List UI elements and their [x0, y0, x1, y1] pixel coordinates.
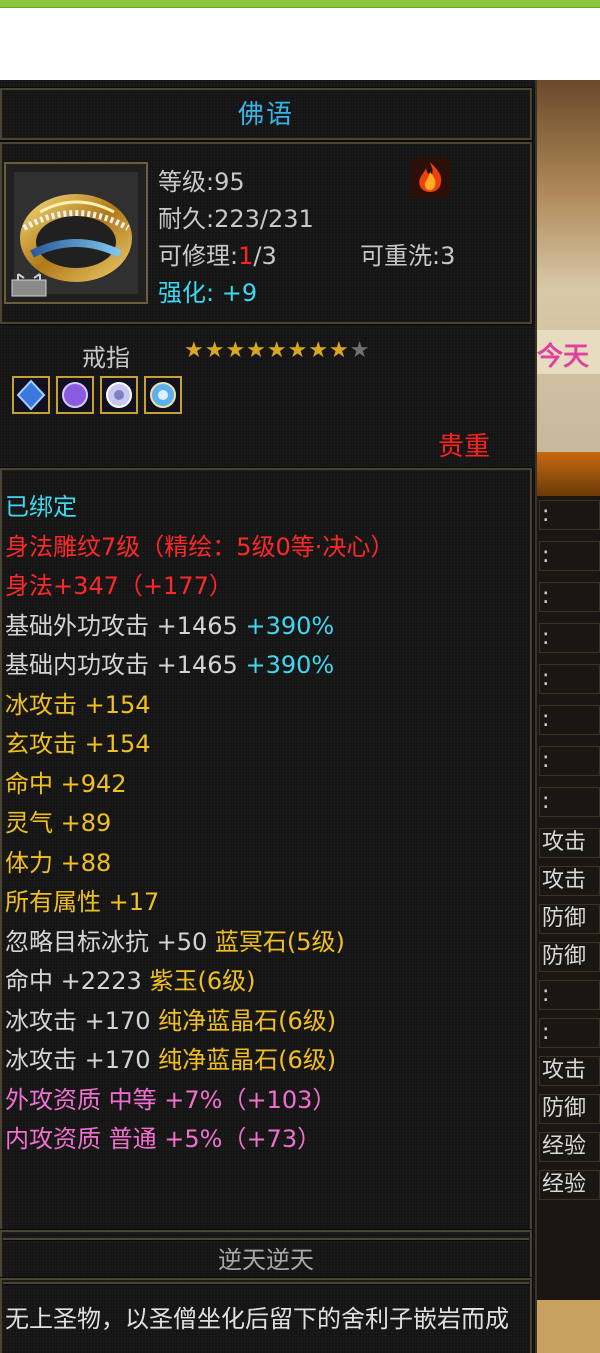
- star-rating: ★★★★★★★★★: [184, 338, 371, 363]
- side-row: 经验: [539, 1170, 600, 1200]
- stat-line: 所有属性 +17: [5, 887, 159, 917]
- repair-label: 可修理:: [158, 242, 239, 270]
- repair-text: 可修理:1/3: [158, 236, 277, 271]
- item-name: 佛语: [237, 100, 294, 130]
- stat-extra: 紫玉(6级): [141, 967, 256, 995]
- sapphire-gem-icon[interactable]: [144, 376, 182, 414]
- item-category: 戒指: [82, 344, 130, 372]
- side-row: 攻击: [539, 1056, 600, 1086]
- side-row: 防御: [539, 904, 600, 934]
- stat-line: 基础内功攻击 +1465 +390%: [5, 650, 334, 680]
- stat-text: 命中 +2223: [5, 967, 142, 995]
- side-row: :: [539, 705, 600, 735]
- side-row: :: [539, 541, 600, 571]
- gem-slots: [12, 376, 182, 414]
- stat-text: 灵气 +89: [5, 809, 112, 837]
- stat-text: 外攻资质: [5, 1085, 101, 1114]
- stat-text: 身法+347（+177）: [5, 572, 233, 600]
- purple-gem-icon[interactable]: [56, 376, 94, 414]
- page-background: [0, 8, 600, 80]
- stat-text: 忽略目标冰抗 +50: [5, 927, 208, 956]
- stat-extra: +390%: [237, 611, 335, 640]
- stat-text: 内攻资质: [5, 1125, 101, 1153]
- side-row: :: [539, 980, 600, 1010]
- stat-line: 冰攻击 +170 纯净蓝晶石(6级): [5, 1006, 336, 1036]
- stat-extra: 纯净蓝晶石(6级): [150, 1046, 337, 1074]
- item-tooltip-panel: 佛语 等级:95 耐久:223/231 可修理:1/3 可重洗:3 强化: +9…: [0, 80, 537, 1353]
- side-header-bar: [537, 452, 600, 496]
- stat-text: 命中 +942: [5, 769, 127, 798]
- enhance-text: 强化: +9: [158, 279, 258, 307]
- stat-extra: 中等 +7%（+103）: [101, 1085, 337, 1114]
- stat-line: 基础外功攻击 +1465 +390%: [5, 611, 334, 641]
- side-row: :: [539, 664, 600, 694]
- stat-extra: +390%: [237, 651, 335, 679]
- side-row: :: [539, 582, 600, 612]
- stat-text: 体力 +88: [5, 848, 112, 877]
- side-panel: 今天 :::::::: 攻击 攻击 防御 防御:: 攻击 防御 经验 经验: [537, 80, 600, 1353]
- stat-text: 玄攻击 +154: [5, 730, 151, 758]
- star-filled-icons: ★★★★★★★★: [184, 338, 350, 363]
- durability-text: 耐久:223/231: [158, 205, 314, 233]
- stat-text: 冰攻击 +170: [5, 1046, 151, 1074]
- side-row: 防御: [539, 942, 600, 972]
- stat-line: 内攻资质 普通 +5%（+73）: [5, 1124, 321, 1154]
- repair-count: 1: [238, 242, 254, 270]
- stat-line: 已绑定: [5, 492, 77, 522]
- side-row: :: [539, 1018, 600, 1048]
- item-icon-frame: [4, 162, 148, 304]
- rarity-label: 贵重: [438, 432, 491, 462]
- side-row: :: [539, 623, 600, 653]
- side-row: 攻击: [539, 866, 600, 896]
- side-bottom-bar: [537, 1300, 600, 1353]
- browser-top-bar: [0, 0, 600, 8]
- crystal-gem-icon[interactable]: [100, 376, 138, 414]
- stat-text: 冰攻击 +154: [5, 690, 151, 719]
- side-row: 经验: [539, 1132, 600, 1162]
- stat-line: 身法雕纹7级（精绘：5级0等·决心）: [5, 532, 394, 562]
- blue-gem-icon[interactable]: [12, 376, 50, 414]
- bound-lock-icon: [11, 273, 47, 297]
- side-row: :: [539, 746, 600, 776]
- side-row: 攻击: [539, 828, 600, 858]
- stat-line: 灵气 +89: [5, 808, 111, 838]
- stat-line: 玄攻击 +154: [5, 729, 151, 759]
- star-empty-icon: ★: [349, 338, 371, 363]
- repair-max: /3: [253, 242, 277, 270]
- item-description: 无上圣物，以圣僧坐化后留下的舍利子嵌岩而成: [5, 1305, 509, 1333]
- stat-extra: 蓝冥石(5级): [207, 927, 345, 956]
- stat-extra: 普通 +5%（+73）: [101, 1125, 322, 1153]
- stat-line: 体力 +88: [5, 848, 111, 878]
- stat-line: 命中 +942: [5, 769, 127, 799]
- stat-line: 外攻资质 中等 +7%（+103）: [5, 1085, 336, 1115]
- side-row: :: [539, 500, 600, 530]
- stat-line: 忽略目标冰抗 +50 蓝冥石(5级): [5, 927, 345, 957]
- stat-extra: 纯净蓝晶石(6级): [150, 1006, 337, 1035]
- scene-image: [537, 80, 600, 460]
- stat-text: 冰攻击 +170: [5, 1006, 151, 1035]
- stat-line: 冰攻击 +170 纯净蓝晶石(6级): [5, 1045, 336, 1075]
- owner-name: 逆天逆天: [218, 1246, 314, 1274]
- stat-line: 命中 +2223 紫玉(6级): [5, 966, 255, 996]
- stat-line: 身法+347（+177）: [5, 571, 233, 601]
- stat-text: 身法雕纹7级（精绘：5级0等·决心）: [5, 532, 395, 561]
- flame-icon: [410, 158, 450, 198]
- side-row: :: [539, 787, 600, 817]
- stat-text: 所有属性 +17: [5, 888, 160, 916]
- side-row: 防御: [539, 1094, 600, 1124]
- stat-text: 基础外功攻击 +1465: [5, 611, 238, 640]
- level-text: 等级:95: [158, 168, 245, 196]
- stat-line: 冰攻击 +154: [5, 690, 151, 720]
- stat-text: 已绑定: [5, 493, 77, 521]
- rewash-text: 可重洗:3: [360, 242, 456, 270]
- side-banner-text: 今天: [537, 342, 590, 372]
- stat-text: 基础内功攻击 +1465: [5, 651, 238, 679]
